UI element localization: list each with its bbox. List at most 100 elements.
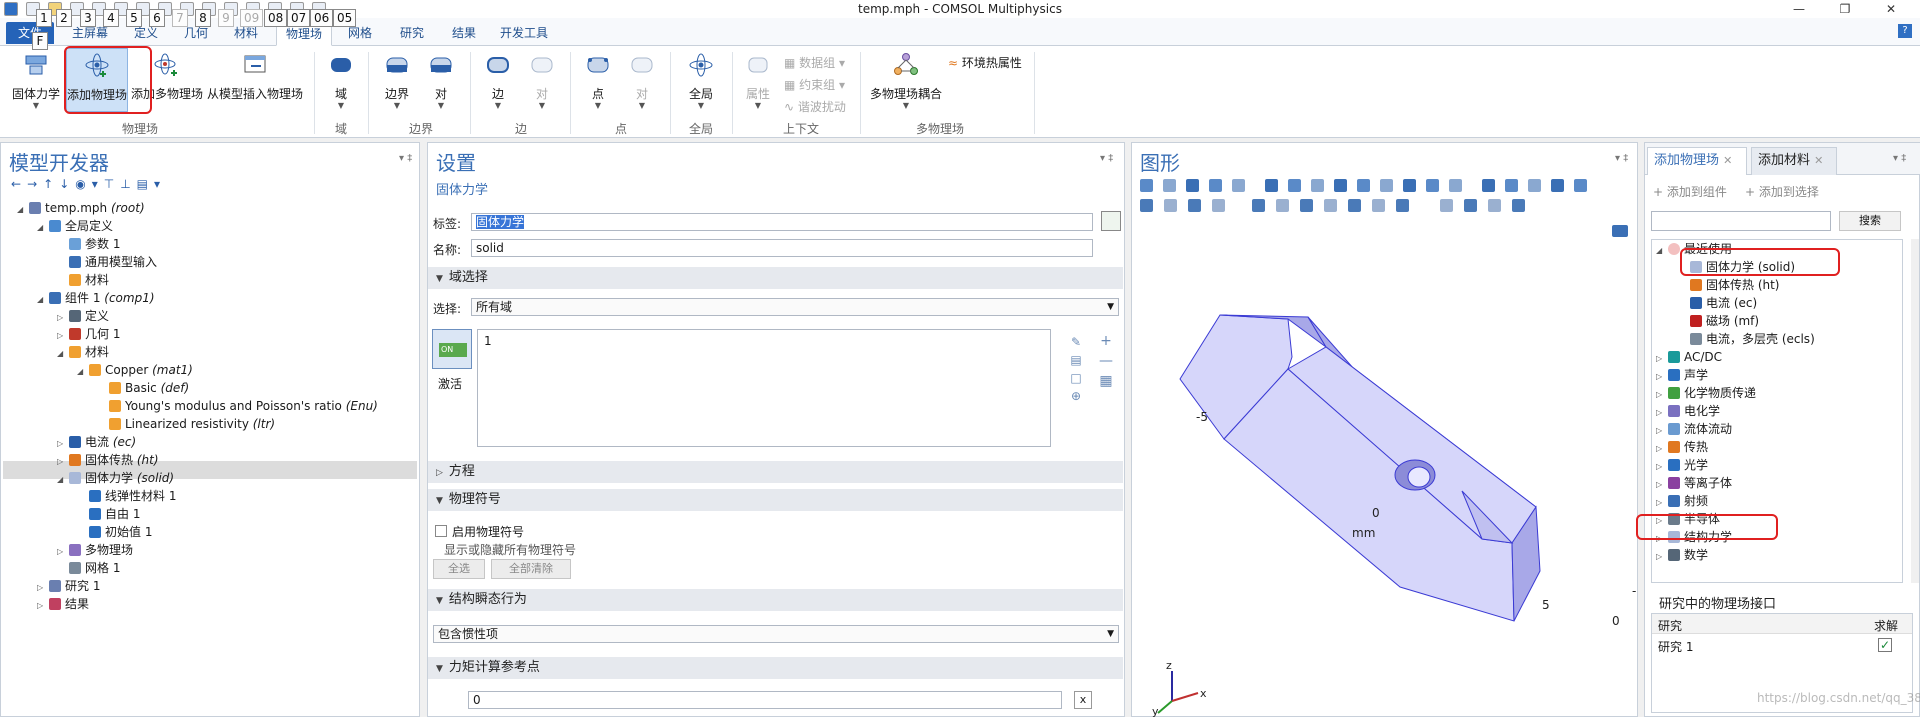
tab-results[interactable]: 结果 bbox=[442, 24, 486, 44]
yz-view-icon[interactable] bbox=[1311, 179, 1324, 192]
search-button[interactable]: 搜索 bbox=[1839, 211, 1901, 231]
hide-icon[interactable] bbox=[1551, 179, 1564, 192]
section-equation[interactable]: ▷ 方程 bbox=[428, 461, 1123, 483]
physics-category[interactable]: ▷ 光学 bbox=[1656, 456, 1708, 474]
show-icon[interactable]: ◉▾ bbox=[75, 177, 104, 191]
select-icon[interactable] bbox=[1505, 179, 1518, 192]
tree-node[interactable]: 自由 1 bbox=[77, 505, 140, 523]
clear-input-icon[interactable]: x bbox=[1074, 691, 1092, 709]
attributes-button[interactable]: 属性 ▼ bbox=[740, 52, 776, 110]
tree-node[interactable]: 材料 bbox=[57, 271, 109, 289]
view-options-icon[interactable]: ▤▾ bbox=[137, 177, 166, 191]
tree-node[interactable]: ▷ 几何 1 bbox=[57, 325, 120, 343]
tree-node[interactable]: Young's modulus and Poisson's ratio (Enu… bbox=[97, 397, 378, 415]
close-icon[interactable]: ✕ bbox=[1868, 0, 1914, 18]
grid-icon[interactable] bbox=[1188, 199, 1201, 212]
physics-category[interactable]: ▷ 传热 bbox=[1656, 438, 1708, 456]
select-all-button[interactable]: 全选 bbox=[433, 559, 485, 579]
close-tab-icon[interactable]: ✕ bbox=[1814, 154, 1823, 167]
show-icon[interactable] bbox=[1574, 179, 1587, 192]
selection-select[interactable]: 所有域 ▼ bbox=[471, 298, 1119, 316]
pin-icon[interactable]: ▾ ‡ bbox=[399, 153, 412, 164]
zoom-in-icon[interactable] bbox=[1140, 179, 1153, 192]
remove-icon[interactable]: — bbox=[1098, 351, 1114, 371]
recent-physics-item[interactable]: 电流 (ec) bbox=[1690, 294, 1757, 312]
expand-open-icon[interactable]: ◢ bbox=[37, 291, 49, 309]
wireframe-icon[interactable] bbox=[1426, 179, 1439, 192]
deselect-icon[interactable] bbox=[1528, 179, 1541, 192]
paste-selection-icon[interactable]: ✎ bbox=[1068, 333, 1084, 351]
tab-mesh[interactable]: 网格 bbox=[338, 24, 382, 44]
expand-closed-icon[interactable]: ▷ bbox=[37, 597, 49, 615]
tree-node[interactable]: ◢ 组件 1 (comp1) bbox=[37, 289, 155, 307]
domain-button[interactable]: 域 ▼ bbox=[322, 52, 360, 110]
domain-list-item[interactable]: 1 bbox=[484, 334, 492, 348]
point-button[interactable]: 点 ▼ bbox=[578, 52, 618, 110]
graphics-canvas[interactable]: -5 0 mm 5 0 -1 z y x bbox=[1132, 239, 1637, 717]
tree-node[interactable]: ◢ Copper (mat1) bbox=[77, 361, 193, 379]
section-transient-behavior[interactable]: ▼ 结构瞬态行为 bbox=[428, 589, 1123, 611]
tree-node[interactable]: ◢ temp.mph (root) bbox=[17, 199, 145, 217]
pan-icon[interactable] bbox=[1440, 199, 1453, 212]
tab-add-physics[interactable]: 添加物理场 ✕ bbox=[1647, 147, 1747, 175]
tree-node[interactable]: ▷ 定义 bbox=[57, 307, 109, 325]
physics-category[interactable]: ▷ 射频 bbox=[1656, 492, 1708, 510]
light-icon[interactable] bbox=[1403, 179, 1416, 192]
default-view-icon[interactable] bbox=[1357, 179, 1370, 192]
multiphysics-coupling-button[interactable]: 多物理场耦合 ▼ bbox=[866, 52, 946, 110]
physics-category[interactable]: ▷ 化学物质传递 bbox=[1656, 384, 1756, 402]
geometry-group-button[interactable]: ▦ 数据组 ▾ bbox=[784, 54, 845, 71]
pin-icon[interactable]: ▾ ‡ bbox=[1615, 153, 1628, 164]
zoom-to-selection-icon[interactable]: ⊕ bbox=[1068, 387, 1084, 405]
physics-category[interactable]: ▷ 等离子体 bbox=[1656, 474, 1732, 492]
active-toggle[interactable]: ON bbox=[432, 329, 472, 369]
minimize-icon[interactable]: — bbox=[1776, 0, 1822, 18]
expand-open-icon[interactable]: ◢ bbox=[77, 363, 89, 381]
tree-node[interactable]: Linearized resistivity (ltr) bbox=[97, 415, 275, 433]
expand-closed-icon[interactable]: ▷ bbox=[1656, 548, 1668, 566]
show-selection-icon[interactable] bbox=[1300, 199, 1313, 212]
edge-pair-button[interactable]: 对 ▼ bbox=[524, 52, 560, 110]
transparency-icon[interactable] bbox=[1482, 179, 1495, 192]
pin-icon[interactable]: ▾ ‡ bbox=[1893, 153, 1906, 164]
tab-definitions[interactable]: 定义 bbox=[124, 24, 168, 44]
global-button[interactable]: 全局 ▼ bbox=[678, 52, 724, 110]
expand-open-icon[interactable]: ◢ bbox=[37, 219, 49, 237]
boundary-pair-button[interactable]: 对 ▼ bbox=[422, 52, 460, 110]
zoom-selected-icon[interactable] bbox=[1209, 179, 1222, 192]
expand-open-icon[interactable]: ◢ bbox=[17, 201, 29, 219]
clear-selection-icon[interactable]: □ bbox=[1068, 369, 1084, 387]
tab-home[interactable]: 主屏幕 bbox=[62, 24, 118, 44]
show-entity-icon[interactable] bbox=[1252, 199, 1265, 212]
scene-light-icon[interactable] bbox=[1140, 199, 1153, 212]
enable-symbols-checkbox[interactable] bbox=[435, 525, 447, 537]
create-selection-icon[interactable]: ▦ bbox=[1098, 371, 1114, 391]
reset-hiding-icon[interactable] bbox=[1276, 199, 1289, 212]
xy-view-icon[interactable] bbox=[1288, 179, 1301, 192]
copy-selection-icon[interactable]: ▤ bbox=[1068, 351, 1084, 369]
color-icon[interactable] bbox=[1464, 199, 1477, 212]
tree-node[interactable]: ◢ 全局定义 bbox=[37, 217, 113, 235]
image-snapshot-icon[interactable] bbox=[1488, 199, 1501, 212]
tree-node[interactable]: Basic (def) bbox=[97, 379, 189, 397]
insert-physics-from-model-button[interactable]: 从模型插入物理场 bbox=[206, 52, 304, 102]
add-to-component-button[interactable]: + 添加到组件 bbox=[1653, 183, 1727, 200]
tab-geometry[interactable]: 几何 bbox=[174, 24, 218, 44]
harmonic-perturbation-button[interactable]: ∿ 谐波扰动 bbox=[784, 98, 846, 115]
tab-study[interactable]: 研究 bbox=[390, 24, 434, 44]
tree-node[interactable]: ▷ 电流 (ec) bbox=[57, 433, 136, 451]
tree-node[interactable]: ◢ 固体力学 (solid) bbox=[57, 469, 174, 487]
render-icon[interactable] bbox=[1449, 179, 1462, 192]
scrollbar[interactable] bbox=[1911, 239, 1919, 583]
reset-label-icon[interactable] bbox=[1101, 211, 1121, 231]
expand-open-icon[interactable]: ◢ bbox=[57, 471, 69, 489]
solid-mechanics-button[interactable]: 固体力学 ▼ bbox=[8, 52, 64, 110]
zoom-extents-icon[interactable] bbox=[1232, 179, 1245, 192]
tab-developer[interactable]: 开发工具 bbox=[494, 24, 554, 44]
forward-icon[interactable]: → bbox=[27, 177, 43, 191]
physics-category[interactable]: ▷ AC/DC bbox=[1656, 348, 1722, 366]
axis-orientation-icon[interactable] bbox=[1265, 179, 1278, 192]
expand-open-icon[interactable]: ◢ bbox=[57, 345, 69, 363]
pin-icon[interactable]: ▾ ‡ bbox=[1100, 153, 1113, 164]
tab-materials[interactable]: 材料 bbox=[224, 24, 268, 44]
